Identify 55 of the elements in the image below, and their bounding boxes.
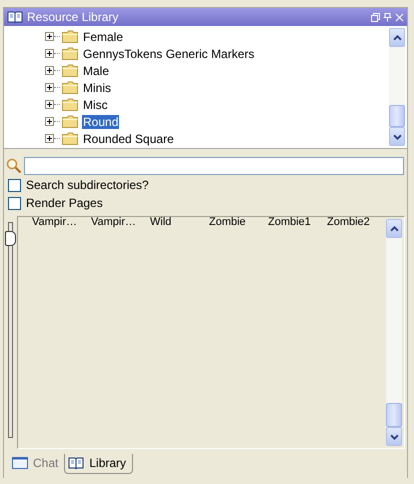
expand-icon[interactable] bbox=[45, 100, 54, 109]
checkbox-label: Search subdirectories? bbox=[26, 178, 149, 192]
checkbox[interactable] bbox=[8, 196, 21, 210]
thumbnail-label: Vampir… bbox=[32, 217, 78, 228]
scrollbar[interactable] bbox=[389, 28, 405, 146]
folder-name[interactable]: Round bbox=[82, 114, 120, 128]
tab[interactable]: Chat bbox=[9, 454, 64, 473]
folder-icon bbox=[62, 132, 78, 145]
folder-name[interactable]: Male bbox=[82, 64, 110, 78]
folder-name[interactable]: GennysTokens Generic Markers bbox=[82, 46, 256, 60]
folder-icon bbox=[62, 81, 78, 94]
tab[interactable]: Library bbox=[64, 454, 134, 474]
expand-icon[interactable] bbox=[45, 134, 54, 143]
search-icon bbox=[6, 158, 22, 174]
thumbnail-label: Vampir… bbox=[91, 217, 138, 228]
search-field[interactable] bbox=[24, 157, 404, 175]
scrollbar[interactable] bbox=[386, 219, 402, 446]
restore-icon[interactable] bbox=[371, 12, 380, 22]
scroll-thumb[interactable] bbox=[389, 105, 405, 127]
thumbnail-label: Zombie2 bbox=[327, 217, 371, 228]
scroll-down-button[interactable] bbox=[386, 427, 402, 446]
checkbox[interactable] bbox=[8, 178, 21, 192]
folder-name[interactable]: Misc bbox=[82, 98, 109, 112]
folder-icon bbox=[62, 115, 78, 128]
book-icon bbox=[7, 11, 23, 23]
chevron-up-icon bbox=[390, 226, 398, 232]
folder-name[interactable]: Female bbox=[82, 30, 124, 44]
expand-icon[interactable] bbox=[45, 66, 54, 75]
thumbnail-label: Wild bbox=[150, 217, 172, 228]
expand-icon[interactable] bbox=[45, 49, 54, 58]
close-icon[interactable] bbox=[395, 12, 404, 22]
scroll-up-button[interactable] bbox=[386, 219, 402, 238]
book-icon bbox=[68, 457, 84, 469]
chevron-down-icon bbox=[392, 134, 402, 140]
pin-icon[interactable] bbox=[383, 12, 392, 22]
expand-icon[interactable] bbox=[45, 32, 54, 41]
expand-icon[interactable] bbox=[45, 83, 54, 92]
folder-icon bbox=[62, 47, 78, 60]
folder-name[interactable]: Rounded Square bbox=[82, 132, 175, 146]
expand-icon[interactable] bbox=[45, 117, 54, 126]
thumbnail-label: Zombie1 bbox=[268, 217, 312, 228]
chevron-up-icon bbox=[392, 34, 402, 40]
slider-thumb[interactable] bbox=[5, 231, 16, 246]
folder-name[interactable]: Minis bbox=[82, 80, 112, 94]
window-icon bbox=[12, 457, 28, 469]
scroll-down-button[interactable] bbox=[389, 127, 405, 146]
scroll-up-button[interactable] bbox=[389, 28, 405, 47]
folder-icon bbox=[62, 30, 78, 43]
folder-icon bbox=[62, 98, 78, 111]
folder-icon bbox=[62, 64, 78, 77]
scroll-thumb[interactable] bbox=[386, 403, 402, 427]
checkbox-label: Render Pages bbox=[26, 196, 103, 210]
chevron-down-icon bbox=[390, 434, 398, 440]
window-title: Resource Library bbox=[27, 10, 120, 24]
thumbnail-label: Zombie bbox=[209, 217, 247, 228]
